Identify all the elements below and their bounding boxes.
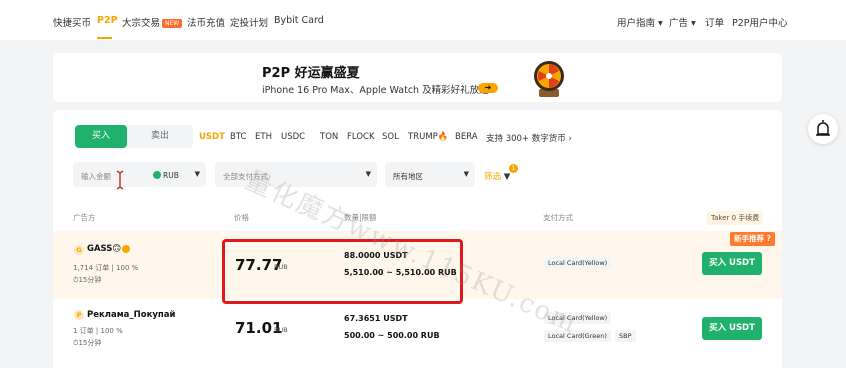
payment-placeholder: 全部支付方式 — [223, 172, 268, 181]
advertiser-stats: 1,714 订单 | 100 % — [73, 264, 139, 272]
nav-recurring-buy[interactable]: 定投计划 — [230, 15, 268, 29]
chevron-right-icon: › — [568, 134, 572, 144]
banner-subtitle: iPhone 16 Pro Max、Apple Watch 及精彩好礼放送！ — [262, 85, 499, 96]
payment-tag: Local Card(Yellow) — [544, 312, 612, 324]
amount-placeholder: 输入金额 — [81, 172, 111, 181]
payment-tag: Local Card(Green) — [544, 330, 611, 342]
sell-tab[interactable]: 卖出 — [140, 125, 180, 148]
nav-user-guide[interactable]: 用户指南 ▾ — [617, 15, 663, 29]
currency-select[interactable]: RUB — [153, 171, 179, 180]
avatar: G — [74, 245, 84, 255]
nav-active-indicator — [97, 37, 112, 39]
advertiser-name[interactable]: Реклама_Покупай — [87, 310, 176, 320]
payment-time: ⏱15分钟 — [73, 339, 102, 347]
chevron-down-icon: ▼ — [463, 170, 469, 178]
coin-tab-eth[interactable]: ETH — [255, 132, 272, 142]
buy-usdt-button[interactable]: 买入 USDT — [702, 252, 762, 275]
buy-tab[interactable]: 买入 — [75, 125, 127, 148]
new-badge: NEW — [162, 19, 183, 28]
rub-currency-icon — [153, 171, 161, 179]
coin-tab-ton[interactable]: TON — [320, 132, 338, 142]
nav-p2p[interactable]: P2P — [97, 15, 118, 26]
payment-tag: Local Card(Yellow) — [544, 257, 612, 269]
nav-quick-buy[interactable]: 快捷买币 — [53, 15, 91, 29]
price-unit: RUB — [274, 326, 288, 334]
promo-banner[interactable]: P2P 好运赢盛夏 iPhone 16 Pro Max、Apple Watch … — [53, 53, 782, 102]
available-quantity: 67.3651 USDT — [344, 314, 408, 323]
nav-block-trade[interactable]: 大宗交易 NEW — [122, 15, 183, 29]
nav-bybit-card[interactable]: Bybit Card — [274, 15, 324, 26]
header-payment: 支付方式 — [543, 213, 573, 222]
newbie-recommend-badge: 新手推荐 ? — [730, 232, 775, 246]
coin-tab-btc[interactable]: BTC — [230, 132, 246, 142]
payment-tag: SBP — [615, 330, 636, 342]
nav-ads[interactable]: 广告 ▾ — [669, 15, 696, 29]
highlight-box — [222, 239, 463, 304]
coin-tab-usdt[interactable]: USDT — [199, 132, 225, 142]
funnel-icon: ▼ — [503, 172, 511, 182]
order-limit: 500.00 ~ 500.00 RUB — [344, 331, 440, 340]
amount-input[interactable]: 输入金额 RUB ▼ — [73, 162, 206, 187]
banner-arrow-button[interactable]: ➜ — [478, 83, 498, 93]
prize-wheel-icon — [534, 61, 564, 97]
verified-icon — [122, 245, 130, 253]
filter-count-badge: 1 — [509, 164, 518, 173]
nav-fiat-deposit[interactable]: 法币充值 — [187, 15, 225, 29]
nav-p2p-user-center[interactable]: P2P用户中心 — [732, 15, 788, 29]
more-coins-link[interactable]: 支持 300+ 数字货币 › — [486, 132, 572, 144]
coin-tab-usdc[interactable]: USDC — [281, 132, 305, 142]
coin-tab-flock[interactable]: FLOCK — [347, 132, 375, 142]
fire-icon: 🔥 — [437, 132, 449, 142]
advertiser-stats: 1 订单 | 100 % — [73, 327, 123, 335]
header-advertiser: 广告方 — [73, 213, 96, 222]
banner-title: P2P 好运赢盛夏 — [262, 66, 360, 81]
chevron-down-icon: ▼ — [194, 170, 200, 178]
advertiser-name[interactable]: GASS🙃 — [87, 244, 121, 254]
payment-time: ⏱15分钟 — [73, 276, 102, 284]
taker-fee-badge: Taker 0 手续费 — [707, 211, 764, 225]
coin-tab-trump[interactable]: TRUMP🔥 — [408, 132, 448, 142]
nav-orders[interactable]: 订单 — [705, 15, 724, 29]
top-nav: 快捷买币 P2P 大宗交易 NEW 法币充值 定投计划 Bybit Card 用户… — [0, 0, 846, 40]
avatar: P — [74, 310, 84, 320]
filter-button[interactable]: 筛选 ▼ — [484, 170, 510, 182]
alarm-bell-icon — [816, 120, 830, 136]
payment-method-select[interactable]: 全部支付方式 ▼ — [215, 162, 377, 187]
region-value: 所有地区 — [393, 172, 423, 181]
header-quantity-limit: 数量|限额 — [344, 213, 377, 222]
support-float-button[interactable] — [808, 114, 838, 144]
buy-usdt-button[interactable]: 买入 USDT — [702, 317, 762, 340]
header-price: 价格 — [234, 213, 249, 222]
coin-tab-bera[interactable]: BERA — [455, 132, 478, 142]
text-cursor-icon — [116, 170, 124, 190]
region-select[interactable]: 所有地区 ▼ — [385, 162, 475, 187]
coin-tab-sol[interactable]: SOL — [382, 132, 399, 142]
chevron-down-icon: ▼ — [365, 170, 371, 178]
